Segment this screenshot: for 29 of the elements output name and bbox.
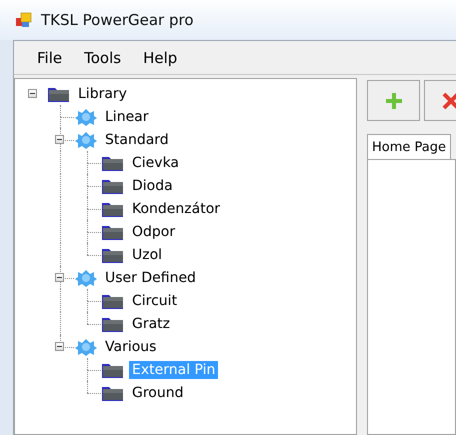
tree-item[interactable]: User Defined: [102, 268, 199, 286]
tree-item[interactable]: Gratz: [129, 314, 174, 332]
gear-icon: [74, 130, 98, 148]
gear-icon: [74, 268, 98, 286]
collapse-icon[interactable]: [28, 89, 37, 98]
tree-item[interactable]: Ground: [129, 384, 186, 402]
tree-item[interactable]: Uzol: [129, 246, 166, 264]
gear-icon: [74, 338, 98, 356]
tab[interactable]: Home Page: [367, 134, 451, 159]
tree-item[interactable]: Library: [75, 84, 130, 102]
collapse-icon[interactable]: [55, 135, 64, 144]
app-icon: [15, 11, 33, 29]
collapse-icon[interactable]: [55, 273, 64, 282]
gear-icon: [74, 108, 98, 126]
menu-item[interactable]: File: [28, 46, 72, 68]
tree-item[interactable]: Kondenzátor: [129, 200, 224, 218]
tree-item[interactable]: Linear: [102, 108, 152, 126]
tree-item[interactable]: Standard: [102, 130, 172, 148]
tree-item[interactable]: Odpor: [129, 222, 178, 240]
window-title: TKSL PowerGear pro: [41, 11, 194, 29]
tree-item[interactable]: Various: [102, 338, 160, 356]
menu-item[interactable]: Help: [134, 46, 186, 68]
plus-icon: [384, 92, 402, 110]
tree-item[interactable]: Cievka: [129, 154, 182, 172]
collapse-icon[interactable]: [55, 342, 64, 351]
close-icon: [442, 92, 456, 110]
menu-item[interactable]: Tools: [75, 46, 130, 68]
tree-item[interactable]: Circuit: [129, 292, 180, 310]
tree-item[interactable]: Dioda: [129, 176, 176, 194]
